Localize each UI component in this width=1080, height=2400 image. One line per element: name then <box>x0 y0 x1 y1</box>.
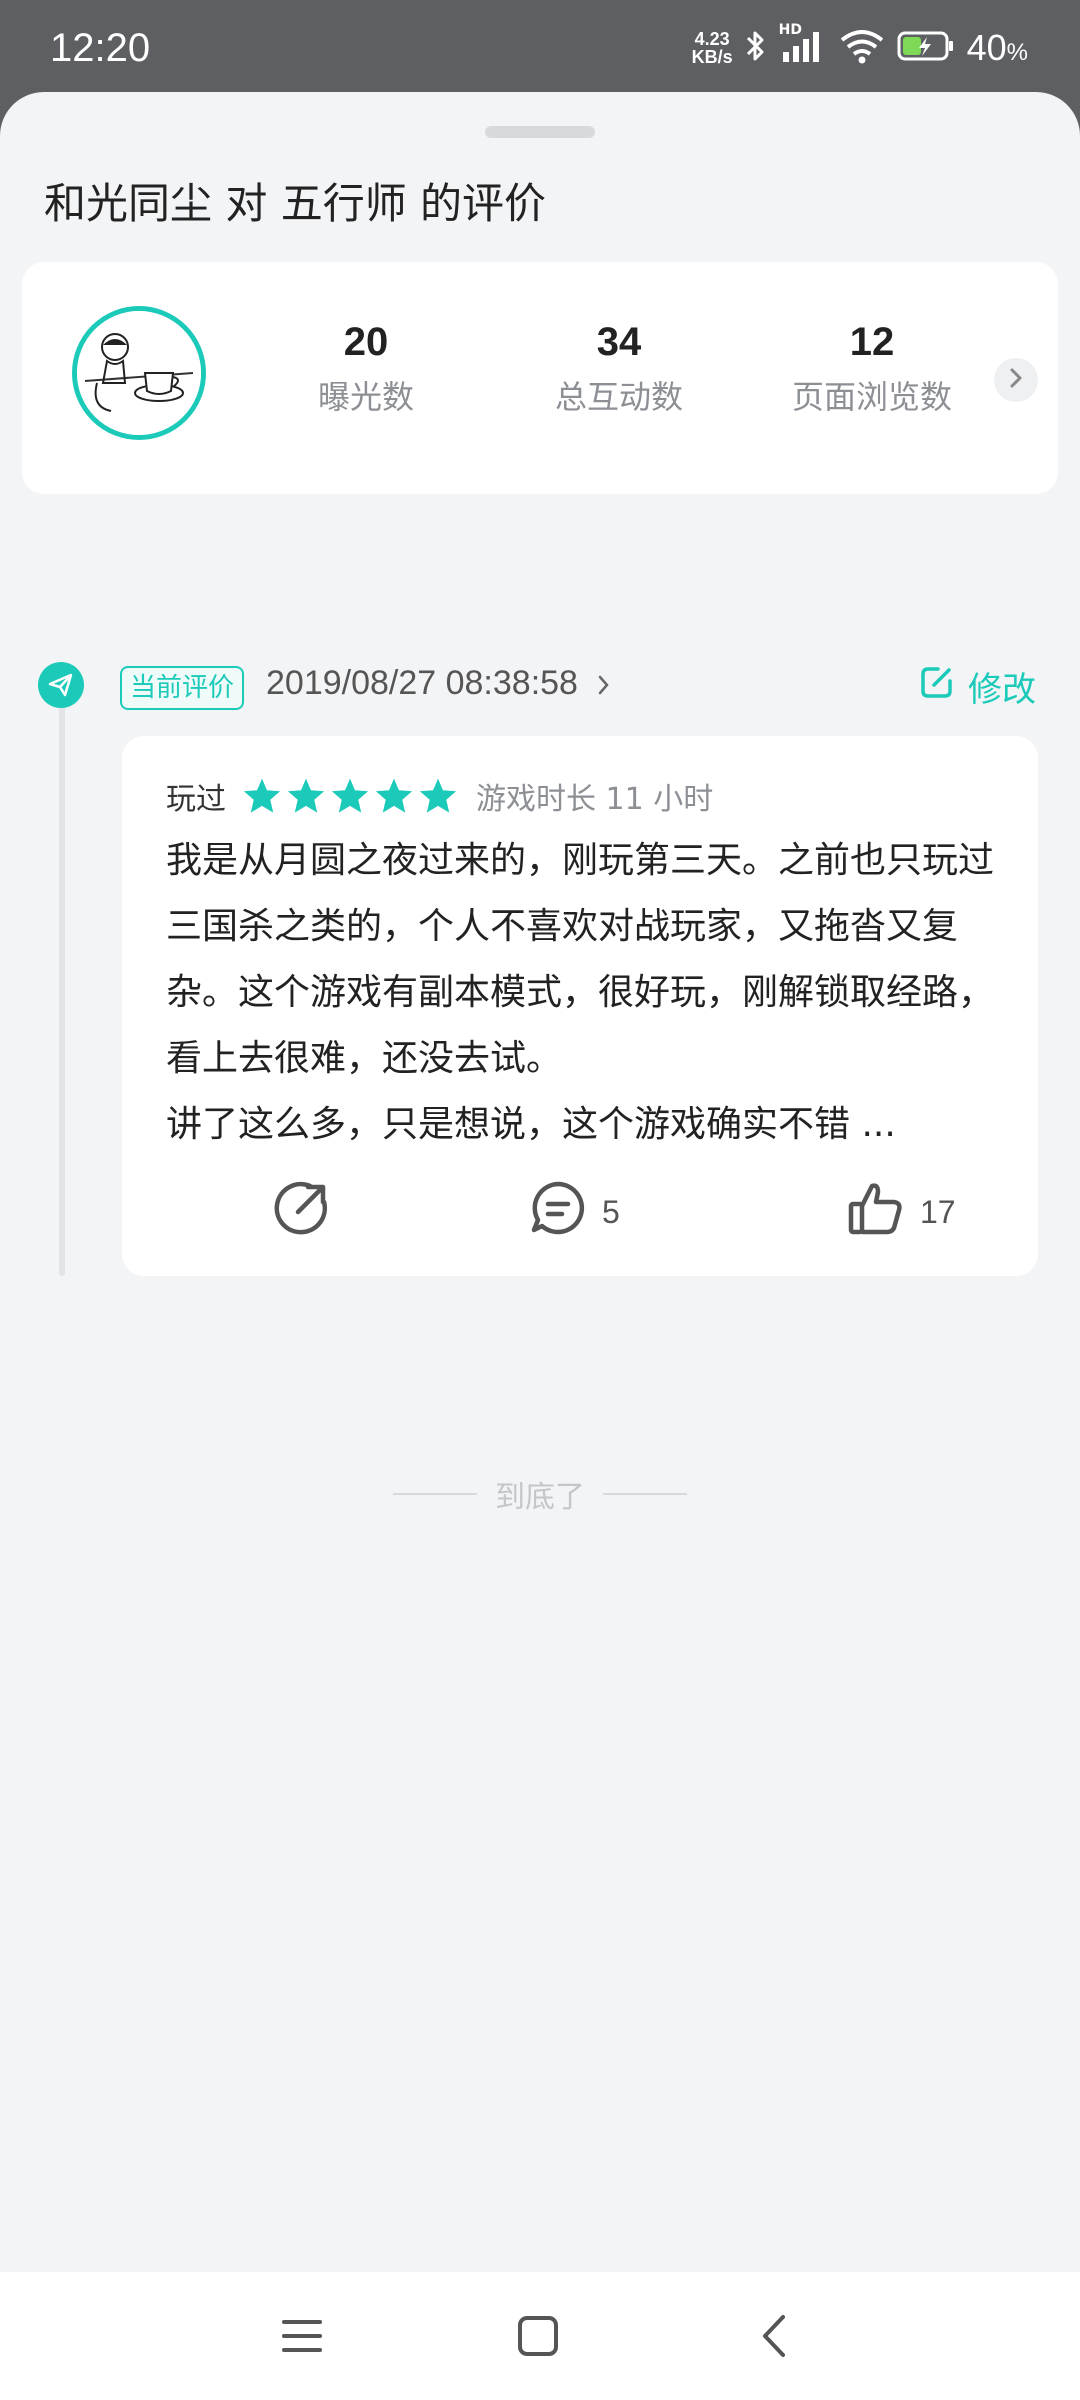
battery-icon <box>897 29 955 67</box>
stat-label: 曝光数 <box>317 378 414 416</box>
stat-exposure: 20 曝光数 <box>256 318 476 418</box>
stats-more-button[interactable] <box>994 358 1038 402</box>
review-card[interactable]: 玩过 游戏时长 11 小时 我是从月圆之夜过来的，刚玩第三天。之前也只玩过三国杀… <box>122 736 1038 1276</box>
review-paragraph: 讲了这么多，只是想说，这个游戏确实不错 ... <box>166 1104 896 1145</box>
star-icon <box>331 778 369 813</box>
star-icon <box>287 778 325 813</box>
review-sheet: 和光同尘 对 五行师 的评价 20 曝光数 34 总互动数 12 页面浏览数 当… <box>0 92 1080 2400</box>
share-button[interactable] <box>272 1178 332 1246</box>
status-bar: 12:20 4.23 KB/s HD 40% <box>0 0 1080 96</box>
thumbs-up-icon <box>846 1178 906 1246</box>
stat-value: 12 <box>849 320 895 364</box>
back-button[interactable] <box>744 2308 804 2368</box>
star-icon <box>243 778 281 813</box>
end-text: 到底了 <box>495 1480 585 1515</box>
status-icons: 4.23 KB/s HD 40% <box>692 22 1028 72</box>
divider <box>603 1493 687 1495</box>
divider <box>393 1493 477 1495</box>
recent-apps-button[interactable] <box>272 2308 332 2368</box>
played-label: 玩过 <box>166 782 226 817</box>
edit-review-button[interactable]: 修改 <box>918 662 1036 711</box>
home-button[interactable] <box>508 2308 568 2368</box>
paper-plane-icon <box>38 662 84 708</box>
status-time: 12:20 <box>50 26 151 70</box>
battery-percent: 40% <box>966 27 1028 68</box>
network-speed-value: 4.23 <box>694 29 730 49</box>
wifi-icon <box>839 28 885 68</box>
stat-value: 20 <box>343 320 389 364</box>
review-datetime[interactable]: 2019/08/27 08:38:58 <box>266 664 578 703</box>
like-count: 17 <box>920 1193 956 1230</box>
stat-label: 总互动数 <box>554 378 683 416</box>
navigation-bar <box>0 2272 1080 2400</box>
chevron-right-icon[interactable] <box>596 672 612 702</box>
sheet-drag-handle[interactable] <box>485 126 595 138</box>
back-icon <box>759 2313 789 2363</box>
review-meta: 玩过 游戏时长 11 小时 <box>166 774 713 818</box>
stat-page-views: 12 页面浏览数 <box>762 318 982 418</box>
star-icon <box>375 778 413 813</box>
page-title: 和光同尘 对 五行师 的评价 <box>44 179 547 228</box>
end-of-list: 到底了 <box>0 1472 1080 1516</box>
stat-label: 页面浏览数 <box>791 378 952 416</box>
menu-icon <box>280 2316 324 2360</box>
review-actions: 5 17 <box>122 1178 1038 1258</box>
stats-card[interactable]: 20 曝光数 34 总互动数 12 页面浏览数 <box>22 262 1058 494</box>
play-time: 游戏时长 11 小时 <box>476 782 714 817</box>
like-button[interactable]: 17 <box>846 1178 956 1246</box>
current-review-tag: 当前评价 <box>120 666 245 710</box>
rating-stars <box>242 777 458 815</box>
network-speed: 4.23 KB/s <box>692 30 733 66</box>
chevron-right-icon <box>1007 366 1025 394</box>
edit-icon <box>918 663 956 710</box>
home-icon <box>516 2314 560 2362</box>
network-speed-unit: KB/s <box>691 47 733 67</box>
edit-label: 修改 <box>968 670 1036 710</box>
comment-button[interactable]: 5 <box>528 1178 620 1246</box>
review-paragraph: 我是从月圆之夜过来的，刚玩第三天。之前也只玩过三国杀之类的，个人不喜欢对战玩家，… <box>166 840 995 1079</box>
review-text[interactable]: 我是从月圆之夜过来的，刚玩第三天。之前也只玩过三国杀之类的，个人不喜欢对战玩家，… <box>166 828 1006 1158</box>
share-icon <box>272 1178 332 1246</box>
avatar[interactable] <box>72 306 206 440</box>
stat-interactions: 34 总互动数 <box>509 318 729 418</box>
network-badge: HD <box>778 22 802 38</box>
signal-icon: HD <box>779 22 827 68</box>
bluetooth-icon <box>745 28 767 68</box>
comment-icon <box>528 1178 588 1246</box>
comment-count: 5 <box>602 1193 620 1230</box>
stat-value: 34 <box>596 320 642 364</box>
timeline-line <box>59 686 65 1276</box>
star-icon <box>419 778 457 813</box>
